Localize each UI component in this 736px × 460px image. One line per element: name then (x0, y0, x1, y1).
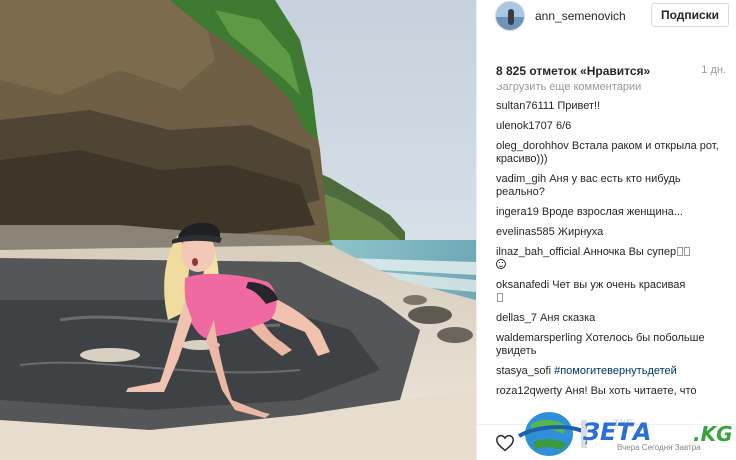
comment-username[interactable]: stasya_sofi (496, 365, 554, 377)
comment-text: Жирнуха (557, 226, 604, 238)
heart-outline-icon[interactable] (495, 434, 515, 452)
missing-glyph-icon (677, 247, 684, 256)
missing-glyph-icon (684, 247, 691, 256)
comment-username[interactable]: ingera19 (496, 206, 542, 218)
post-header: ann_semenovich Подписки (477, 0, 736, 34)
comment-text: Чет вы уж очень красивая (552, 279, 686, 291)
comment-text: 6/6 (555, 120, 572, 132)
comment-item: evelinas585 Жирнуха (496, 226, 728, 239)
comment-text: Анночка Вы супер (583, 246, 677, 258)
comment-username[interactable]: vadim_gih (496, 173, 549, 185)
smiley-emoji-icon (496, 259, 506, 269)
comment-text: Аня сказка (540, 312, 596, 324)
load-more-comments-link[interactable]: Загрузить еще комментарии (496, 84, 728, 93)
comment-username[interactable]: roza12qwerty (496, 385, 565, 397)
comment-item: dellas_7 Аня сказка (496, 312, 728, 325)
comment-username[interactable]: ulenok1707 (496, 120, 556, 132)
beach-photo-image (0, 0, 476, 460)
comment-username[interactable]: ilnaz_bah_official (496, 246, 583, 258)
comment-text: Привет!! (557, 100, 601, 112)
watermark-brand: ЗЕТА (583, 418, 652, 446)
missing-glyph-icon (497, 293, 503, 302)
comments-list: Загрузить еще комментарии sultan76111 При… (496, 84, 728, 414)
comment-username[interactable]: sultan76111 (496, 100, 557, 112)
comment-item: oksanafedi Чет вы уж очень красивая (496, 279, 728, 305)
comment-item: ulenok1707 6/6 (496, 120, 728, 133)
zeta-kg-watermark: ТКЕ ЗЕТА .KG Вчера Сегодня Завтра (517, 406, 736, 460)
avatar-figure (508, 9, 514, 25)
post-photo[interactable] (0, 0, 476, 460)
comment-hashtag-link[interactable]: #помогитевернутьдетей (554, 365, 677, 377)
comment-item: roza12qwerty Аня! Вы хоть читаете, что (496, 385, 728, 398)
comment-item: ingera19 Вроде взрослая женщина... (496, 206, 728, 219)
watermark-tagline: Вчера Сегодня Завтра (617, 443, 701, 452)
comment-item: oleg_dorohhov Встала раком и открыла рот,… (496, 140, 728, 166)
comment-item: vadim_gih Аня у вас есть кто нибудь реаль… (496, 173, 728, 199)
comment-text: Аня! Вы хоть читаете, что (565, 385, 697, 397)
globe-logo-icon (518, 412, 587, 456)
avatar[interactable] (495, 1, 525, 31)
comment-username[interactable]: oksanafedi (496, 279, 552, 291)
comment-text: Вроде взрослая женщина... (541, 206, 683, 218)
username-link[interactable]: ann_semenovich (535, 9, 626, 23)
comment-item: sultan76111 Привет!! (496, 100, 728, 113)
comment-username[interactable]: waldemarsperling (496, 332, 585, 344)
comment-item: waldemarsperling Хотелось бы побольше уви… (496, 332, 728, 358)
post-time[interactable]: 1 дн. (701, 64, 726, 76)
comment-item: ilnaz_bah_official Анночка Вы супер (496, 246, 728, 272)
likes-count[interactable]: 8 825 отметок «Нравится» (496, 64, 650, 78)
post-side-panel: ann_semenovich Подписки 8 825 отметок «Н… (477, 0, 736, 460)
comment-username[interactable]: dellas_7 (496, 312, 540, 324)
likes-row: 8 825 отметок «Нравится» 1 дн. (496, 64, 732, 80)
following-button[interactable]: Подписки (651, 3, 729, 27)
comment-username[interactable]: evelinas585 (496, 226, 558, 238)
comment-username[interactable]: oleg_dorohhov (496, 140, 572, 152)
comment-item: stasya_sofi #помогитевернутьдетей (496, 365, 728, 378)
